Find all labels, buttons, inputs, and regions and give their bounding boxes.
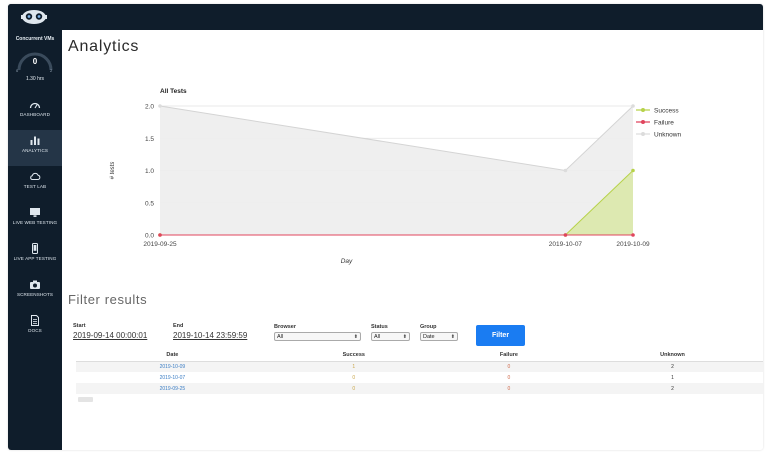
- table-row: 2019-10-07 0 0 1: [76, 372, 763, 383]
- document-icon: [31, 315, 39, 326]
- date-link[interactable]: 2019-10-09: [76, 361, 269, 372]
- phone-icon: [32, 243, 38, 254]
- sidebar-item-live-app-testing[interactable]: LIVE APP TESTING: [8, 238, 62, 274]
- sidebar-item-label: DOCS: [28, 328, 42, 333]
- failure-count: 0: [438, 361, 579, 372]
- x-axis-label: Day: [341, 258, 353, 265]
- sidebar-item-screenshots[interactable]: SCREENSHOTS: [8, 274, 62, 310]
- unknown-count: 2: [578, 361, 763, 372]
- robot-logo-icon[interactable]: [20, 8, 48, 25]
- success-count: 1: [268, 361, 439, 372]
- legend-entry: Failure: [654, 120, 674, 127]
- gauge-max: 2: [50, 68, 53, 73]
- browser-select-value: All: [277, 334, 284, 340]
- sidebar-item-live-web-testing[interactable]: LIVE WEB TESTING: [8, 202, 62, 238]
- failure-count: 0: [507, 374, 511, 381]
- table-header-row: Date Success Failure Unknown: [76, 350, 763, 362]
- gauge-value: 0: [32, 57, 38, 66]
- legend-marker: [641, 120, 645, 124]
- start-label: Start: [73, 323, 86, 329]
- success-count: 0: [268, 383, 439, 394]
- success-point: [631, 168, 635, 173]
- failure-point: [158, 233, 162, 237]
- success-count: 0: [352, 374, 356, 381]
- y-tick-label: 0.0: [145, 233, 154, 240]
- sidebar-item-label: TEST LAB: [23, 184, 47, 189]
- failure-point: [631, 233, 635, 237]
- group-select-value: Date: [423, 334, 435, 340]
- filter-results-title: Filter results: [68, 292, 148, 307]
- date-link[interactable]: 2019-09-25: [76, 383, 269, 394]
- x-tick-label: 2019-10-09: [616, 241, 650, 248]
- unknown-point: [631, 104, 635, 108]
- main-content: Analytics All Tests 0.0 0.5 1.0 1.5 2.0 # test…: [62, 30, 763, 450]
- sidebar-item-label: LIVE APP TESTING: [13, 256, 57, 261]
- status-select-value: All: [374, 334, 381, 340]
- status-select[interactable]: All ⬍: [371, 332, 410, 341]
- usage-hours: 1.30 hrs: [25, 76, 45, 82]
- failure-point: [563, 233, 568, 237]
- sidebar-item-label: LIVE WEB TESTING: [12, 220, 58, 225]
- group-select[interactable]: Date ⬍: [420, 332, 458, 341]
- end-date-input[interactable]: 2019-10-14 23:59:59: [173, 331, 247, 340]
- filter-button[interactable]: Filter: [476, 325, 525, 346]
- x-tick-label: 2019-10-07: [549, 241, 583, 248]
- status-label: Status: [371, 324, 388, 330]
- browser-label: Browser: [274, 324, 297, 330]
- gauge-icon: [29, 102, 41, 109]
- y-tick-label: 0.5: [145, 200, 154, 207]
- app-window: Concurrent VMs 0 0 2 1.30 hrs DASHBOARD …: [8, 4, 763, 450]
- unknown-point: [563, 168, 568, 173]
- unknown-count: 1: [671, 374, 674, 381]
- sidebar-item-dashboard[interactable]: DASHBOARD: [8, 94, 62, 130]
- table-row: 2019-10-09 1 0 2: [76, 361, 763, 372]
- sidebar-item-docs[interactable]: DOCS: [8, 310, 62, 346]
- unknown-point: [158, 104, 162, 108]
- all-tests-chart: All Tests 0.0 0.5 1.0 1.5 2.0 # tests 2019-09-2…: [110, 88, 681, 265]
- sidebar-item-label: ANALYTICS: [21, 148, 49, 153]
- legend-marker: [641, 108, 645, 112]
- sidebar-item-label: SCREENSHOTS: [16, 292, 54, 297]
- table-row: 2019-09-25 0 0 2: [76, 383, 763, 394]
- sidebar-item-analytics[interactable]: ANALYTICS: [8, 130, 62, 166]
- top-bar: [8, 4, 763, 30]
- sidebar-item-label: DASHBOARD: [20, 112, 50, 117]
- chevron-updown-icon: ⬍: [353, 334, 358, 340]
- bar-chart-icon: [30, 136, 40, 145]
- column-header-date[interactable]: Date: [76, 350, 269, 362]
- x-tick-label: 2019-09-25: [143, 241, 177, 248]
- legend-marker: [641, 132, 645, 136]
- y-tick-label: 1.5: [145, 136, 154, 143]
- table-pager[interactable]: [78, 397, 93, 402]
- chevron-updown-icon: ⬍: [450, 334, 455, 340]
- date-link[interactable]: 2019-10-07: [76, 372, 269, 383]
- results-table: Date Success Failure Unknown 2019-10-09 …: [76, 350, 763, 394]
- column-header-failure[interactable]: Failure: [438, 350, 579, 362]
- y-tick-label: 1.0: [145, 168, 154, 175]
- y-axis-label: # tests: [110, 162, 116, 180]
- sidebar: Concurrent VMs 0 0 2 1.30 hrs DASHBOARD …: [8, 4, 62, 450]
- monitor-icon: [30, 208, 40, 217]
- gauge-min: 0: [16, 68, 19, 73]
- column-header-unknown[interactable]: Unknown: [578, 350, 763, 362]
- start-date-input[interactable]: 2019-09-14 00:00:01: [73, 331, 147, 340]
- group-label: Group: [420, 324, 437, 330]
- failure-count: 0: [438, 383, 579, 394]
- concurrent-vms-label: Concurrent VMs: [15, 36, 55, 42]
- chevron-updown-icon: ⬍: [402, 334, 407, 340]
- column-header-success[interactable]: Success: [268, 350, 439, 362]
- camera-icon: [30, 280, 40, 289]
- y-tick-label: 2.0: [145, 104, 154, 111]
- sidebar-item-test-lab[interactable]: TEST LAB: [8, 166, 62, 202]
- end-label: End: [173, 323, 184, 329]
- browser-select[interactable]: All ⬍: [274, 332, 361, 341]
- unknown-count: 2: [578, 383, 763, 394]
- legend-entry: Success: [654, 108, 679, 115]
- legend-entry: Unknown: [654, 132, 681, 139]
- chart-title: All Tests: [160, 88, 187, 95]
- cloud-icon: [30, 172, 41, 180]
- unknown-area: [160, 106, 633, 235]
